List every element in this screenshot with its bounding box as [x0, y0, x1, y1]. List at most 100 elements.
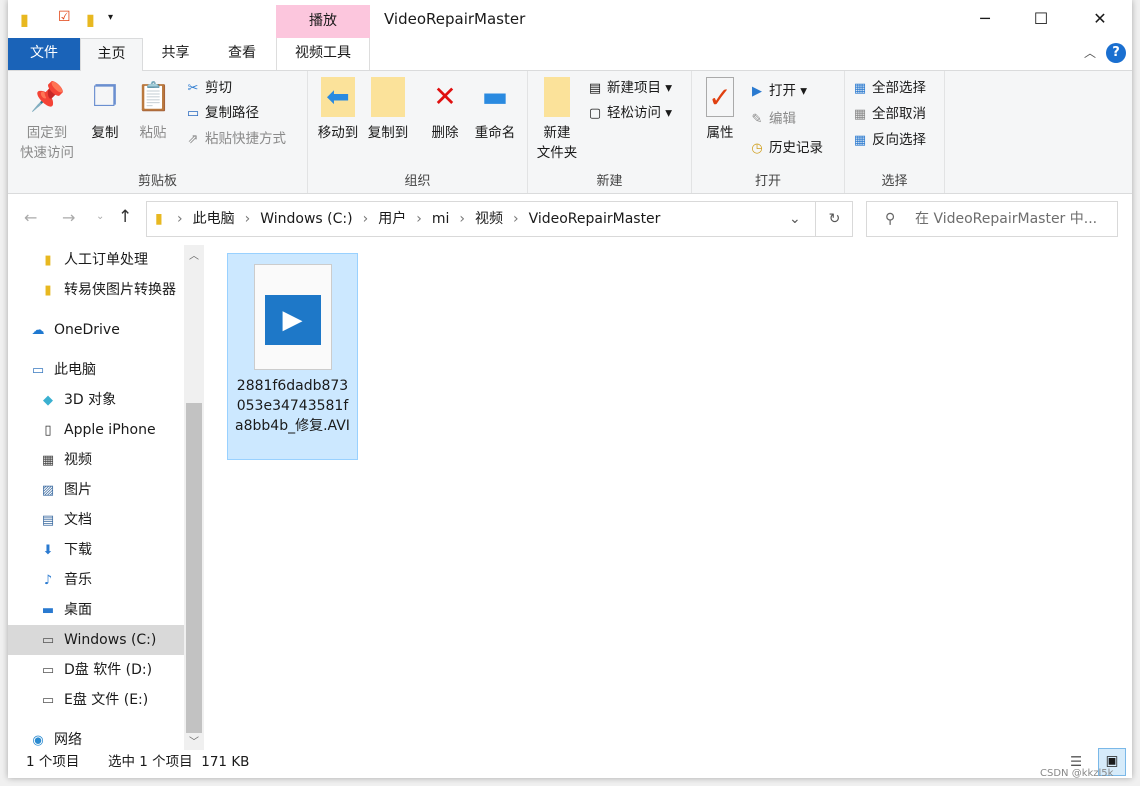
watermark: CSDN @kkzl5k — [1040, 768, 1114, 779]
move-to-button[interactable]: ⬅ 移动到 — [314, 77, 362, 143]
paste-button[interactable]: 📋 粘贴 — [132, 77, 174, 143]
easy-access-button[interactable]: ▢ 轻松访问 ▾ — [586, 101, 672, 125]
film-icon: ▦ — [41, 453, 55, 468]
pin-quick-access-button[interactable]: 📌 固定到 快速访问 — [14, 77, 80, 163]
nav-item-label: Apple iPhone — [64, 422, 156, 438]
new-folder-icon[interactable]: ▮ — [86, 10, 95, 29]
nav-item-label: 下载 — [64, 542, 92, 558]
crumb-c-drive[interactable]: Windows (C:) — [260, 202, 352, 236]
collapse-ribbon-icon[interactable]: ︿ — [1084, 44, 1096, 61]
delete-button[interactable]: ✕ 删除 — [424, 77, 466, 143]
nav-item-label: OneDrive — [54, 322, 120, 338]
nav-item[interactable]: ▦ 视频 — [8, 445, 184, 475]
nav-item[interactable]: ▭ 此电脑 — [8, 355, 184, 385]
tab-video-tools[interactable]: 视频工具 — [276, 38, 370, 70]
address-dropdown-icon[interactable]: ⌄ — [789, 202, 801, 236]
forward-button[interactable]: → — [62, 208, 75, 227]
group-label: 选择 — [881, 174, 908, 189]
nav-item[interactable]: ⬇ 下载 — [8, 535, 184, 565]
refresh-button[interactable]: ↻ — [815, 202, 853, 236]
nav-item[interactable]: ▮ 转易侠图片转换器 — [8, 275, 184, 305]
nav-item-label: E盘 文件 (E:) — [64, 692, 149, 708]
back-button[interactable]: ← — [24, 208, 37, 227]
nav-item[interactable]: ♪ 音乐 — [8, 565, 184, 595]
scrollbar-thumb[interactable] — [186, 403, 202, 733]
customize-toolbar-icon[interactable]: ▾ — [108, 12, 113, 23]
move-to-label: 移动到 — [317, 125, 359, 141]
tab-home[interactable]: 主页 — [80, 38, 143, 71]
address-bar[interactable]: ▮ › 此电脑 › Windows (C:) › 用户 › mi › 视频 › VideoRepair… — [146, 201, 853, 237]
scroll-up-icon[interactable]: ︿ — [189, 247, 199, 262]
nav-item[interactable]: ▭ Windows (C:) — [8, 625, 184, 655]
nav-item[interactable]: ▭ E盘 文件 (E:) — [8, 685, 184, 715]
properties-icon: ✓ — [706, 77, 734, 117]
picture-icon: ▨ — [41, 483, 55, 498]
invert-selection-button[interactable]: ▦ 反向选择 — [851, 128, 926, 152]
maximize-button[interactable]: ☐ — [1013, 0, 1069, 38]
cut-button[interactable]: ✂ 剪切 — [184, 76, 232, 100]
music-icon: ♪ — [43, 573, 53, 588]
drive-icon: ▭ — [41, 693, 55, 708]
new-item-button[interactable]: ▤ 新建项目 ▾ — [586, 76, 672, 100]
nav-item-label: 图片 — [64, 482, 92, 498]
search-input[interactable]: ⚲ 在 VideoRepairMaster 中... — [866, 201, 1118, 237]
nav-scrollbar[interactable]: ︿ ﹀ — [184, 245, 204, 750]
nav-item[interactable]: ▮ 人工订单处理 — [8, 245, 184, 275]
minimize-button[interactable]: ─ — [957, 0, 1013, 38]
help-icon[interactable]: ? — [1106, 43, 1126, 63]
tab-file[interactable]: 文件 — [8, 38, 80, 70]
open-button[interactable]: ▶ 打开 ▾ — [748, 79, 807, 103]
folder-icon: ▮ — [44, 283, 52, 298]
cube-icon: ◆ — [43, 393, 53, 408]
nav-item-label: D盘 软件 (D:) — [64, 662, 153, 678]
invert-selection-icon: ▦ — [853, 133, 867, 148]
nav-item[interactable]: ▬ 桌面 — [8, 595, 184, 625]
group-label: 组织 — [404, 174, 431, 189]
file-item[interactable]: ▶ 2881f6dadb873053e34743581fa8bb4b_修复.AV… — [227, 253, 358, 460]
selection-info: 选中 1 个项目 171 KB — [108, 754, 250, 770]
crumb-mi[interactable]: mi — [432, 202, 450, 236]
rename-button[interactable]: ▬ 重命名 — [470, 77, 520, 143]
copy-to-button[interactable]: 复制到 — [364, 77, 412, 143]
nav-item[interactable]: ▨ 图片 — [8, 475, 184, 505]
paste-label: 粘贴 — [139, 125, 167, 141]
select-all-button[interactable]: ▦ 全部选择 — [851, 76, 926, 100]
nav-item[interactable]: ▤ 文档 — [8, 505, 184, 535]
close-button[interactable]: ✕ — [1072, 0, 1128, 38]
easy-access-label: 轻松访问 — [607, 105, 661, 121]
explorer-window: ▮ ☑ ▮ ▾ 播放 VideoRepairMaster ─ ☐ ✕ 文件 主页… — [8, 0, 1132, 779]
nav-item[interactable]: ▭ D盘 软件 (D:) — [8, 655, 184, 685]
crumb-users[interactable]: 用户 — [378, 202, 406, 236]
scroll-down-icon[interactable]: ﹀ — [189, 733, 199, 748]
rename-icon: ▬ — [481, 80, 509, 113]
copy-path-button[interactable]: ▭ 复制路径 — [184, 101, 259, 125]
crumb-this-pc[interactable]: 此电脑 — [193, 202, 235, 236]
crumb-videos[interactable]: 视频 — [475, 202, 503, 236]
nav-item[interactable]: ◆ 3D 对象 — [8, 385, 184, 415]
select-all-icon: ▦ — [853, 81, 867, 96]
recent-locations-icon[interactable]: ⌄ — [96, 211, 104, 222]
history-button[interactable]: ◷ 历史记录 — [748, 136, 823, 160]
nav-item-label: 文档 — [64, 512, 92, 528]
cut-label: 剪切 — [205, 80, 232, 96]
nav-item[interactable]: ☁ OneDrive — [8, 315, 184, 345]
edit-button[interactable]: ✎ 编辑 — [748, 107, 796, 131]
item-count: 1 个项目 — [26, 754, 80, 770]
new-folder-button[interactable]: 新建 文件夹 — [532, 77, 582, 163]
folder-icon[interactable]: ▮ — [20, 10, 29, 29]
group-open: ✓ 属性 ▶ 打开 ▾ ✎ 编辑 ◷ 历史记录 打开 — [692, 71, 845, 193]
properties-button[interactable]: ✓ 属性 — [700, 77, 740, 143]
nav-item[interactable]: ▯ Apple iPhone — [8, 415, 184, 445]
properties-check-icon[interactable]: ☑ — [58, 9, 71, 25]
tab-share[interactable]: 共享 — [143, 38, 208, 70]
pin-icon: 📌 — [30, 80, 65, 113]
tab-view[interactable]: 查看 — [208, 38, 276, 70]
crumb-videorepairmaster[interactable]: VideoRepairMaster — [529, 202, 661, 236]
phone-icon: ▯ — [44, 423, 52, 438]
copy-button[interactable]: ❐ 复制 — [84, 77, 126, 143]
copy-path-label: 复制路径 — [205, 105, 259, 121]
select-none-button[interactable]: ▦ 全部取消 — [851, 102, 926, 126]
up-button[interactable]: ↑ — [118, 207, 132, 227]
nav-item-label: 人工订单处理 — [64, 252, 148, 268]
paste-shortcut-button[interactable]: ⇗ 粘贴快捷方式 — [184, 127, 286, 151]
